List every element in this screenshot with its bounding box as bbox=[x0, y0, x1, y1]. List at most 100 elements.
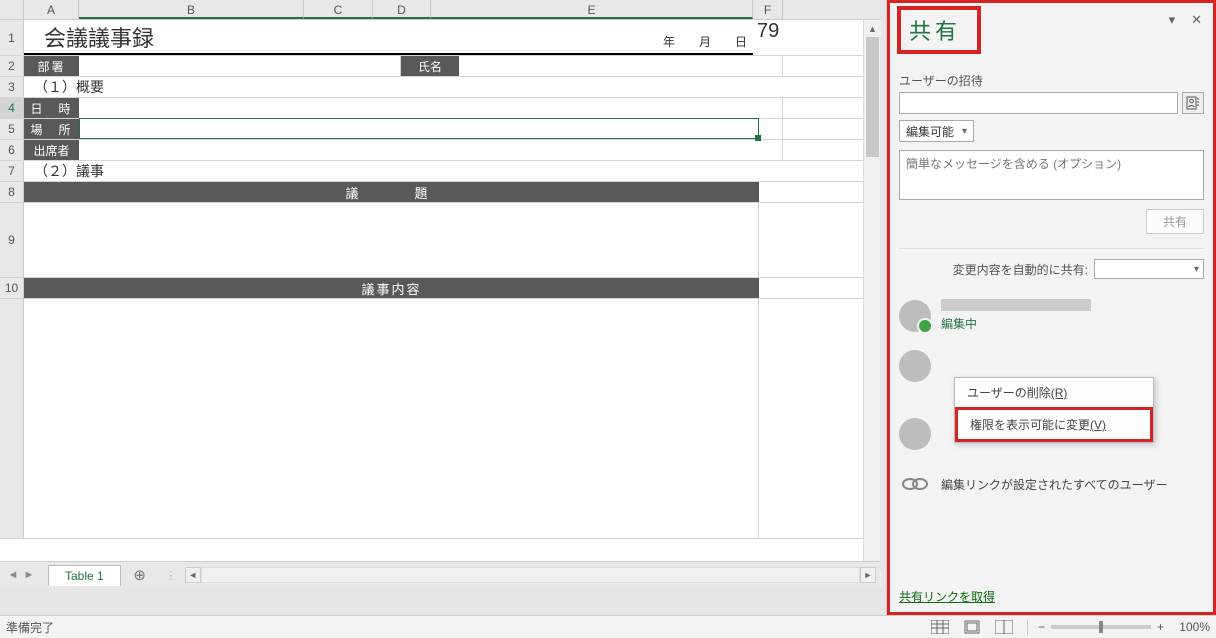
row-header-9[interactable]: 9 bbox=[0, 203, 24, 277]
row-2: 2 部署 氏名 bbox=[0, 56, 880, 77]
row-header-7[interactable]: 7 bbox=[0, 161, 24, 181]
row-header-3[interactable]: 3 bbox=[0, 77, 24, 97]
sheet-tab-1[interactable]: Table 1 bbox=[48, 565, 121, 586]
user-name-redacted bbox=[941, 299, 1091, 311]
context-change-perm-key: (V) bbox=[1090, 418, 1106, 432]
share-pane-body: ユーザーの招待 編集可能 ▾ 共有 変更内容を自動的に共有: ▾ 編集中 bbox=[887, 56, 1216, 508]
horizontal-scrollbar[interactable]: ◄ ► bbox=[181, 567, 880, 583]
row-header-blank[interactable] bbox=[0, 299, 24, 538]
vertical-scrollbar[interactable]: ▲ ▼ bbox=[863, 20, 880, 588]
col-header-C[interactable]: C bbox=[304, 0, 373, 19]
row-header-10[interactable]: 10 bbox=[0, 278, 24, 298]
row-header-4[interactable]: 4 bbox=[0, 98, 24, 118]
tab-prev-icon[interactable]: ◄ bbox=[6, 566, 20, 584]
col-header-D[interactable]: D bbox=[373, 0, 431, 19]
avatar-icon bbox=[899, 300, 931, 332]
message-textarea[interactable] bbox=[899, 150, 1204, 200]
add-sheet-button[interactable]: ⊕ bbox=[129, 564, 151, 586]
pane-separator bbox=[899, 248, 1204, 249]
select-all-corner[interactable] bbox=[0, 0, 24, 19]
scroll-thumb[interactable] bbox=[866, 37, 879, 157]
label-basho[interactable]: 場 所 bbox=[24, 119, 79, 139]
edit-link-users-row[interactable]: 編集リンクが設定されたすべてのユーザー bbox=[899, 468, 1204, 500]
tab-nav: ◄ ► bbox=[0, 566, 42, 584]
share-button[interactable]: 共有 bbox=[1146, 209, 1204, 234]
share-pane-title: 共有 bbox=[897, 6, 981, 54]
invite-input[interactable] bbox=[899, 92, 1178, 114]
permission-value: 編集可能 bbox=[906, 123, 954, 140]
col-header-E[interactable]: E bbox=[431, 0, 753, 19]
row-6: 6 出席者 bbox=[0, 140, 880, 161]
date-label: 年 月 日 bbox=[663, 33, 747, 50]
user-status-editing: 編集中 bbox=[941, 315, 1204, 332]
hscroll-left[interactable]: ◄ bbox=[185, 567, 201, 583]
row-4: 4 日 時 bbox=[0, 98, 880, 119]
context-change-perm-label: 権限を表示可能に変更 bbox=[970, 418, 1090, 432]
row-header-8[interactable]: 8 bbox=[0, 182, 24, 202]
context-change-permission[interactable]: 権限を表示可能に変更(V) bbox=[955, 407, 1153, 442]
cell-F1[interactable]: 79 bbox=[753, 20, 783, 55]
row-10: 10 議事内容 bbox=[0, 278, 880, 299]
zoom-slider[interactable] bbox=[1051, 625, 1151, 629]
cell-shimei-value[interactable] bbox=[459, 56, 783, 76]
row-9: 9 bbox=[0, 203, 880, 278]
row-header-5[interactable]: 5 bbox=[0, 119, 24, 139]
row-3: 3 （１）概要 bbox=[0, 77, 880, 98]
doc-title: 会議議事録 bbox=[44, 21, 154, 53]
cell-title[interactable]: 会議議事録 年 月 日 bbox=[24, 20, 753, 55]
context-remove-label: ユーザーの削除 bbox=[967, 386, 1051, 400]
get-share-link[interactable]: 共有リンクを取得 bbox=[899, 588, 995, 605]
row-header-2[interactable]: 2 bbox=[0, 56, 24, 76]
context-remove-user[interactable]: ユーザーの削除(R) bbox=[955, 378, 1153, 407]
address-book-button[interactable] bbox=[1182, 92, 1204, 114]
cell-giji-content[interactable] bbox=[24, 299, 759, 538]
tab-next-icon[interactable]: ► bbox=[22, 566, 36, 584]
hscroll-track[interactable] bbox=[201, 567, 860, 583]
banner-giji-naiyo[interactable]: 議事内容 bbox=[24, 278, 759, 298]
scroll-up-button[interactable]: ▲ bbox=[864, 20, 881, 37]
pane-options-icon[interactable]: ▾ bbox=[1169, 12, 1176, 28]
grid-body[interactable]: 1 会議議事録 年 月 日 79 2 部署 氏名 3 （１）概要 bbox=[0, 20, 880, 588]
context-remove-key: (R) bbox=[1051, 386, 1068, 400]
banner-gidai[interactable]: 議 題 bbox=[24, 182, 759, 202]
cell-gidai-content[interactable] bbox=[24, 203, 759, 277]
row-header-1[interactable]: 1 bbox=[0, 20, 24, 55]
avatar-icon bbox=[899, 350, 931, 382]
col-header-F[interactable]: F bbox=[753, 0, 783, 19]
pane-close-icon[interactable]: ✕ bbox=[1191, 12, 1202, 28]
cell-basho-value[interactable] bbox=[79, 119, 783, 139]
hscroll-right[interactable]: ► bbox=[860, 567, 876, 583]
permission-select[interactable]: 編集可能 ▾ bbox=[899, 120, 974, 142]
zoom-out-button[interactable]: − bbox=[1038, 620, 1045, 634]
invite-label: ユーザーの招待 bbox=[899, 72, 1204, 89]
chevron-down-icon: ▾ bbox=[962, 126, 967, 137]
col-header-A[interactable]: A bbox=[24, 0, 79, 19]
share-pane: 共有 ▾ ✕ ユーザーの招待 編集可能 ▾ 共有 変更内容を自動的に共有: ▾ bbox=[886, 0, 1216, 615]
label-busho[interactable]: 部署 bbox=[24, 56, 79, 76]
edit-link-text: 編集リンクが設定されたすべてのユーザー bbox=[941, 476, 1167, 493]
sheet-tabs-bar: ◄ ► Table 1 ⊕ ⋮ ◄ ► bbox=[0, 561, 880, 588]
status-bar: 準備完了 − + 100% bbox=[0, 615, 1216, 638]
label-nichiji[interactable]: 日 時 bbox=[24, 98, 79, 118]
cell-shusseki-value[interactable] bbox=[79, 140, 783, 160]
zoom-in-button[interactable]: + bbox=[1157, 620, 1164, 634]
section-1-label[interactable]: （１）概要 bbox=[24, 77, 783, 97]
view-page-layout-button[interactable] bbox=[959, 618, 985, 636]
row-header-6[interactable]: 6 bbox=[0, 140, 24, 160]
row-8: 8 議 題 bbox=[0, 182, 880, 203]
auto-share-label: 変更内容を自動的に共有: bbox=[953, 261, 1088, 278]
view-normal-button[interactable] bbox=[927, 618, 953, 636]
label-shimei[interactable]: 氏名 bbox=[401, 56, 459, 76]
cell-busho-value[interactable] bbox=[79, 56, 401, 76]
label-shusseki[interactable]: 出席者 bbox=[24, 140, 79, 160]
user-item-editing[interactable]: 編集中 bbox=[899, 299, 1204, 332]
zoom-slider-handle[interactable] bbox=[1099, 621, 1103, 633]
zoom-value[interactable]: 100% bbox=[1170, 620, 1210, 634]
view-page-break-button[interactable] bbox=[991, 618, 1017, 636]
section-2-label[interactable]: （２）議事 bbox=[24, 161, 783, 181]
cell-nichiji-value[interactable] bbox=[79, 98, 783, 118]
share-pane-header: 共有 ▾ ✕ bbox=[887, 0, 1216, 56]
link-icon bbox=[899, 468, 931, 500]
col-header-B[interactable]: B bbox=[79, 0, 304, 19]
auto-share-select[interactable]: ▾ bbox=[1094, 259, 1204, 279]
